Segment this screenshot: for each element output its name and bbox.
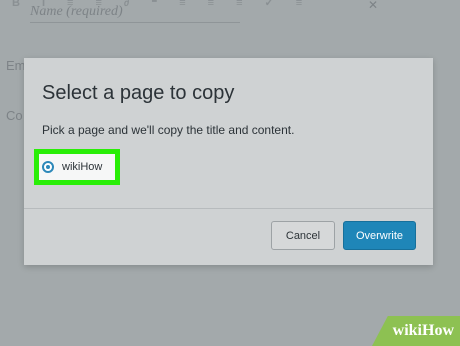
link-icon: ∂ xyxy=(123,0,130,9)
toolbar-divider xyxy=(30,22,240,23)
fullscreen-icon: ✕ xyxy=(368,0,379,12)
quote-icon: ❝ xyxy=(151,0,158,9)
copy-page-dialog: Select a page to copy Pick a page and we… xyxy=(24,58,433,265)
align-center-icon: ≡ xyxy=(207,0,215,9)
page-option-label: wikiHow xyxy=(62,161,103,173)
dialog-description: Pick a page and we'll copy the title and… xyxy=(42,123,295,137)
content-field-label: Co xyxy=(6,108,23,123)
email-field-label: Em xyxy=(6,58,26,73)
align-right-icon: ≡ xyxy=(236,0,243,9)
dialog-divider xyxy=(24,208,433,209)
page-option-row[interactable]: wikiHow xyxy=(39,154,115,180)
dialog-title: Select a page to copy xyxy=(42,82,235,104)
check-icon: ✓ xyxy=(264,0,274,9)
name-field-placeholder: Name (required) xyxy=(30,4,123,19)
bold-icon: B xyxy=(12,0,20,9)
cancel-button[interactable]: Cancel xyxy=(271,221,335,250)
page-option-wikihow[interactable]: wikiHow xyxy=(34,149,120,185)
watermark-text: wikiHow xyxy=(392,322,454,339)
align-left-icon: ≡ xyxy=(179,0,186,9)
more-icon: ≡ xyxy=(295,0,303,9)
overwrite-button[interactable]: Overwrite xyxy=(343,221,416,250)
radio-selected-icon[interactable] xyxy=(42,161,54,173)
